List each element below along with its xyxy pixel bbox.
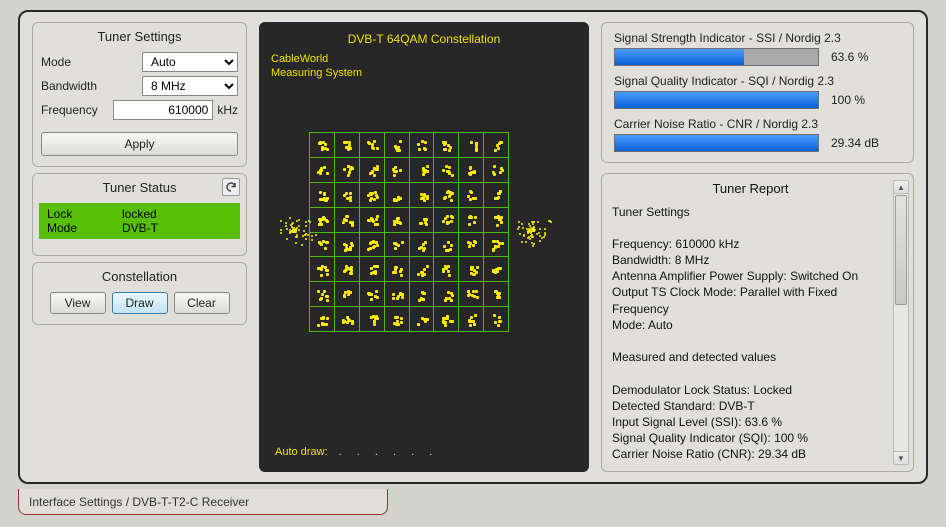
sqi-progress [614, 91, 819, 109]
tuner-status-title: Tuner Status [41, 180, 238, 195]
constellation-display: DVB-T 64QAM Constellation CableWorld Mea… [259, 22, 589, 472]
report-scrollbar[interactable]: ▲ ▼ [893, 180, 909, 465]
report-line [612, 220, 889, 236]
ssi-progress [614, 48, 819, 66]
status-box: Locklocked ModeDVB-T [39, 203, 240, 239]
mode-label: Mode [41, 55, 111, 69]
report-line [612, 365, 889, 381]
middle-column: DVB-T 64QAM Constellation CableWorld Mea… [259, 22, 589, 472]
lock-value: locked [122, 207, 157, 221]
report-line: Input Signal Level (SSI): 63.6 % [612, 414, 889, 430]
report-line: Carrier Noise Ratio (CNR): 29.34 dB [612, 446, 889, 462]
scroll-up-icon[interactable]: ▲ [894, 181, 908, 194]
constellation-title: DVB-T 64QAM Constellation [271, 32, 577, 46]
tuner-settings-title: Tuner Settings [41, 29, 238, 44]
lock-label: Lock [47, 207, 122, 221]
apply-button[interactable]: Apply [41, 132, 238, 156]
left-column: Tuner Settings Mode Auto Bandwidth 8 MHz… [32, 22, 247, 472]
report-line: Detected Standard: DVB-T [612, 398, 889, 414]
status-mode-value: DVB-T [122, 221, 158, 235]
constellation-grid [309, 132, 509, 332]
mode-select[interactable]: Auto [142, 52, 238, 72]
auto-draw-label: Auto draw: [275, 446, 328, 458]
constellation-ctrl-group: Constellation View Draw Clear [32, 262, 247, 325]
bandwidth-select[interactable]: 8 MHz [142, 76, 238, 96]
metrics-panel: Signal Strength Indicator - SSI / Nordig… [601, 22, 914, 163]
auto-draw-dots: . . . . . . [339, 446, 439, 458]
refresh-icon[interactable] [222, 178, 240, 196]
main-panel: Tuner Settings Mode Auto Bandwidth 8 MHz… [18, 10, 928, 484]
cnr-progress [614, 134, 819, 152]
tuner-status-group: Tuner Status Locklocked ModeDVB-T [32, 173, 247, 256]
splash-right [507, 212, 557, 252]
constellation-subtitle2: Measuring System [271, 66, 577, 80]
report-title: Tuner Report [612, 180, 889, 198]
report-line: Bandwidth: 8 MHz [612, 252, 889, 268]
right-column: Signal Strength Indicator - SSI / Nordig… [601, 22, 914, 472]
scroll-down-icon[interactable]: ▼ [894, 451, 908, 464]
clear-button[interactable]: Clear [174, 292, 230, 314]
frequency-label: Frequency [41, 103, 111, 117]
report-line: Output TS Clock Mode: Parallel with Fixe… [612, 284, 889, 316]
app-window: Tuner Settings Mode Auto Bandwidth 8 MHz… [0, 0, 946, 527]
auto-draw-row: Auto draw: . . . . . . [275, 446, 438, 458]
bandwidth-row: Bandwidth 8 MHz [41, 76, 238, 96]
report-line: Demodulator Lock Status: Locked [612, 382, 889, 398]
report-line: Mode: Auto [612, 317, 889, 333]
report-line: Measured and detected values [612, 349, 889, 365]
tab-strip[interactable]: Interface Settings / DVB-T-T2-C Receiver [18, 489, 388, 515]
report-line [612, 333, 889, 349]
ssi-label: Signal Strength Indicator - SSI / Nordig… [614, 31, 901, 45]
report-body: Tuner Report Tuner Settings Frequency: 6… [612, 180, 889, 465]
report-line: Antenna Amplifier Power Supply: Switched… [612, 268, 889, 284]
bandwidth-label: Bandwidth [41, 79, 111, 93]
view-button[interactable]: View [50, 292, 106, 314]
cnr-label: Carrier Noise Ratio - CNR / Nordig 2.3 [614, 117, 901, 131]
report-line: Frequency: 610000 kHz [612, 236, 889, 252]
scroll-thumb[interactable] [895, 195, 907, 305]
tuner-settings-group: Tuner Settings Mode Auto Bandwidth 8 MHz… [32, 22, 247, 167]
cnr-value: 29.34 dB [831, 136, 901, 150]
constellation-subtitle1: CableWorld [271, 52, 577, 66]
sqi-label: Signal Quality Indicator - SQI / Nordig … [614, 74, 901, 88]
report-line: Tuner Settings [612, 204, 889, 220]
constellation-ctrl-title: Constellation [41, 269, 238, 284]
report-line: Signal Quality Indicator (SQI): 100 % [612, 430, 889, 446]
ssi-value: 63.6 % [831, 50, 901, 64]
report-panel: Tuner Report Tuner Settings Frequency: 6… [601, 173, 914, 472]
status-mode-label: Mode [47, 221, 122, 235]
frequency-unit: kHz [217, 103, 238, 117]
draw-button[interactable]: Draw [112, 292, 168, 314]
sqi-value: 100 % [831, 93, 901, 107]
frequency-row: Frequency kHz [41, 100, 238, 120]
tab-label: Interface Settings / DVB-T-T2-C Receiver [29, 495, 249, 509]
mode-row: Mode Auto [41, 52, 238, 72]
frequency-input[interactable] [113, 100, 213, 120]
